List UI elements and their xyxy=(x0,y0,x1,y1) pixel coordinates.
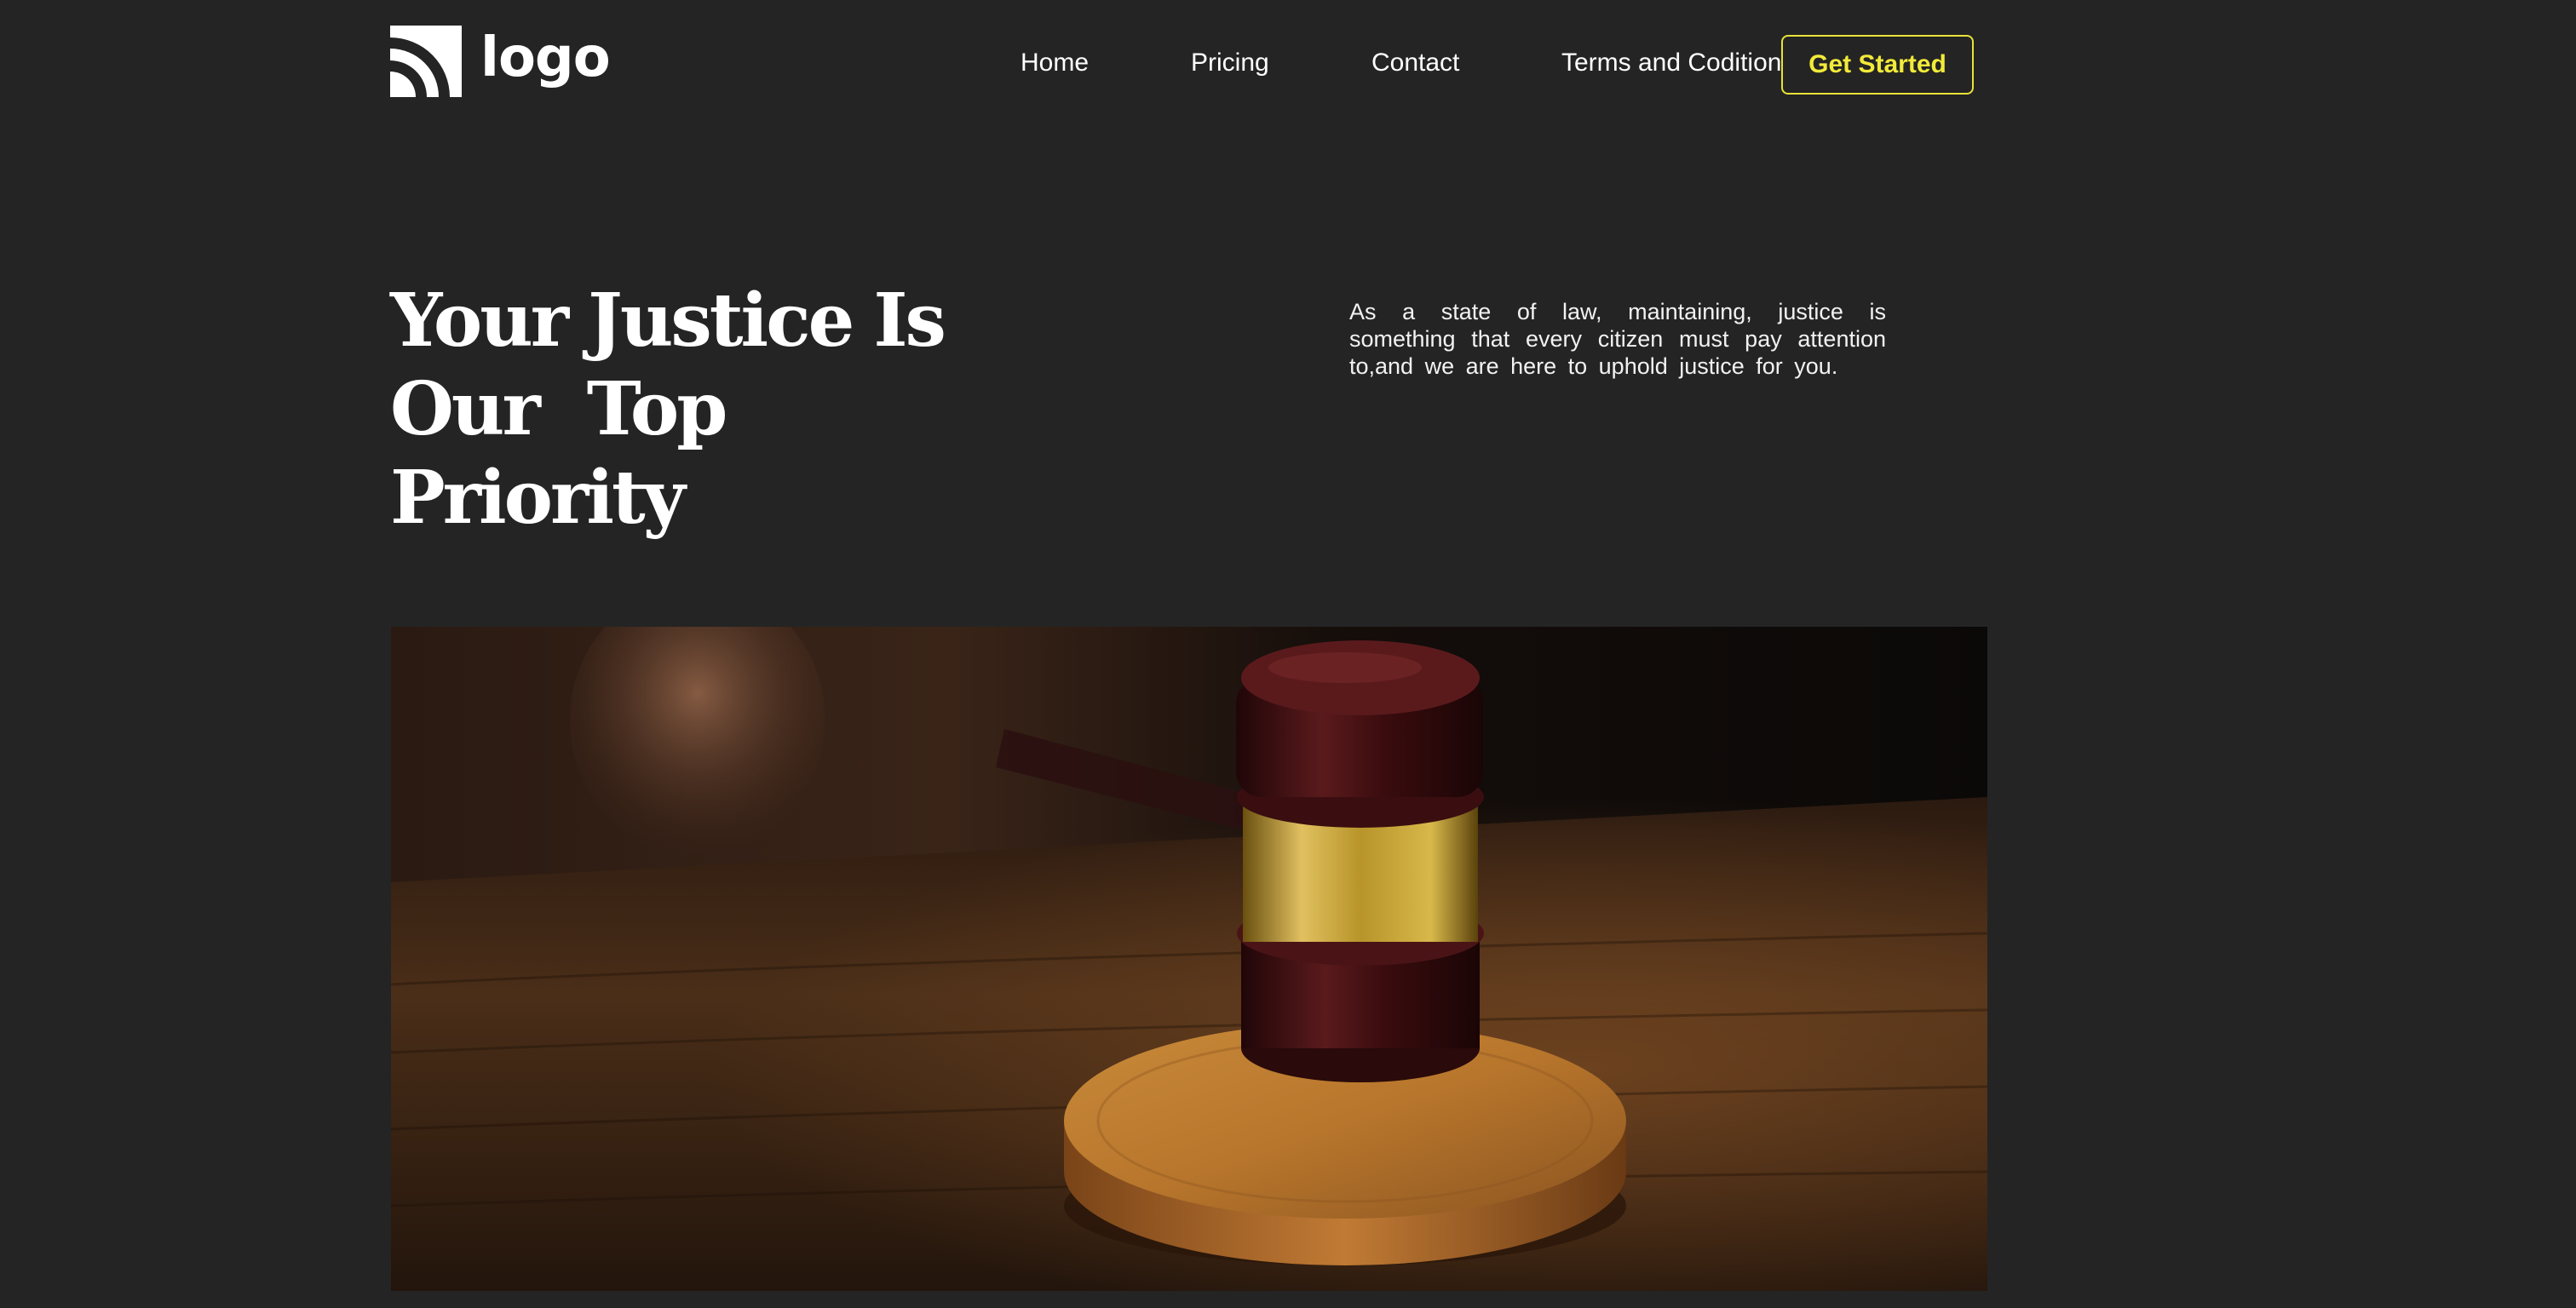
hero-title-word: Your xyxy=(390,278,569,364)
hero-title-line-1: Your Justice Is xyxy=(390,277,946,365)
hero-title: Your Justice Is Our Top Priority xyxy=(390,277,949,542)
landing-page: logo Home Pricing Contact Terms and Codi… xyxy=(0,0,2576,1308)
hero-title-word: Justice xyxy=(588,278,854,364)
hero-title-word: Priority xyxy=(390,455,686,541)
nav-terms-link[interactable]: Terms and Codition xyxy=(1561,48,1781,78)
hero-title-line-2: Our Top xyxy=(390,365,949,454)
nav-home-link[interactable]: Home xyxy=(1021,48,1089,78)
logo-link[interactable]: logo xyxy=(390,26,611,97)
hero-description: As a state of law, maintaining, justice … xyxy=(1349,299,1886,379)
hero-title-word: Is xyxy=(873,278,946,364)
gavel-photo xyxy=(391,627,1987,1291)
hero-title-word: Our xyxy=(390,366,541,452)
get-started-button[interactable]: Get Started xyxy=(1781,35,1974,95)
nav-contact-link[interactable]: Contact xyxy=(1371,48,1459,78)
logo-icon xyxy=(390,26,462,97)
logo-text: logo xyxy=(480,26,611,89)
nav-pricing-link[interactable]: Pricing xyxy=(1191,48,1269,78)
hero-title-line-3: Priority xyxy=(390,454,949,542)
hero-title-word: Top xyxy=(586,366,728,452)
